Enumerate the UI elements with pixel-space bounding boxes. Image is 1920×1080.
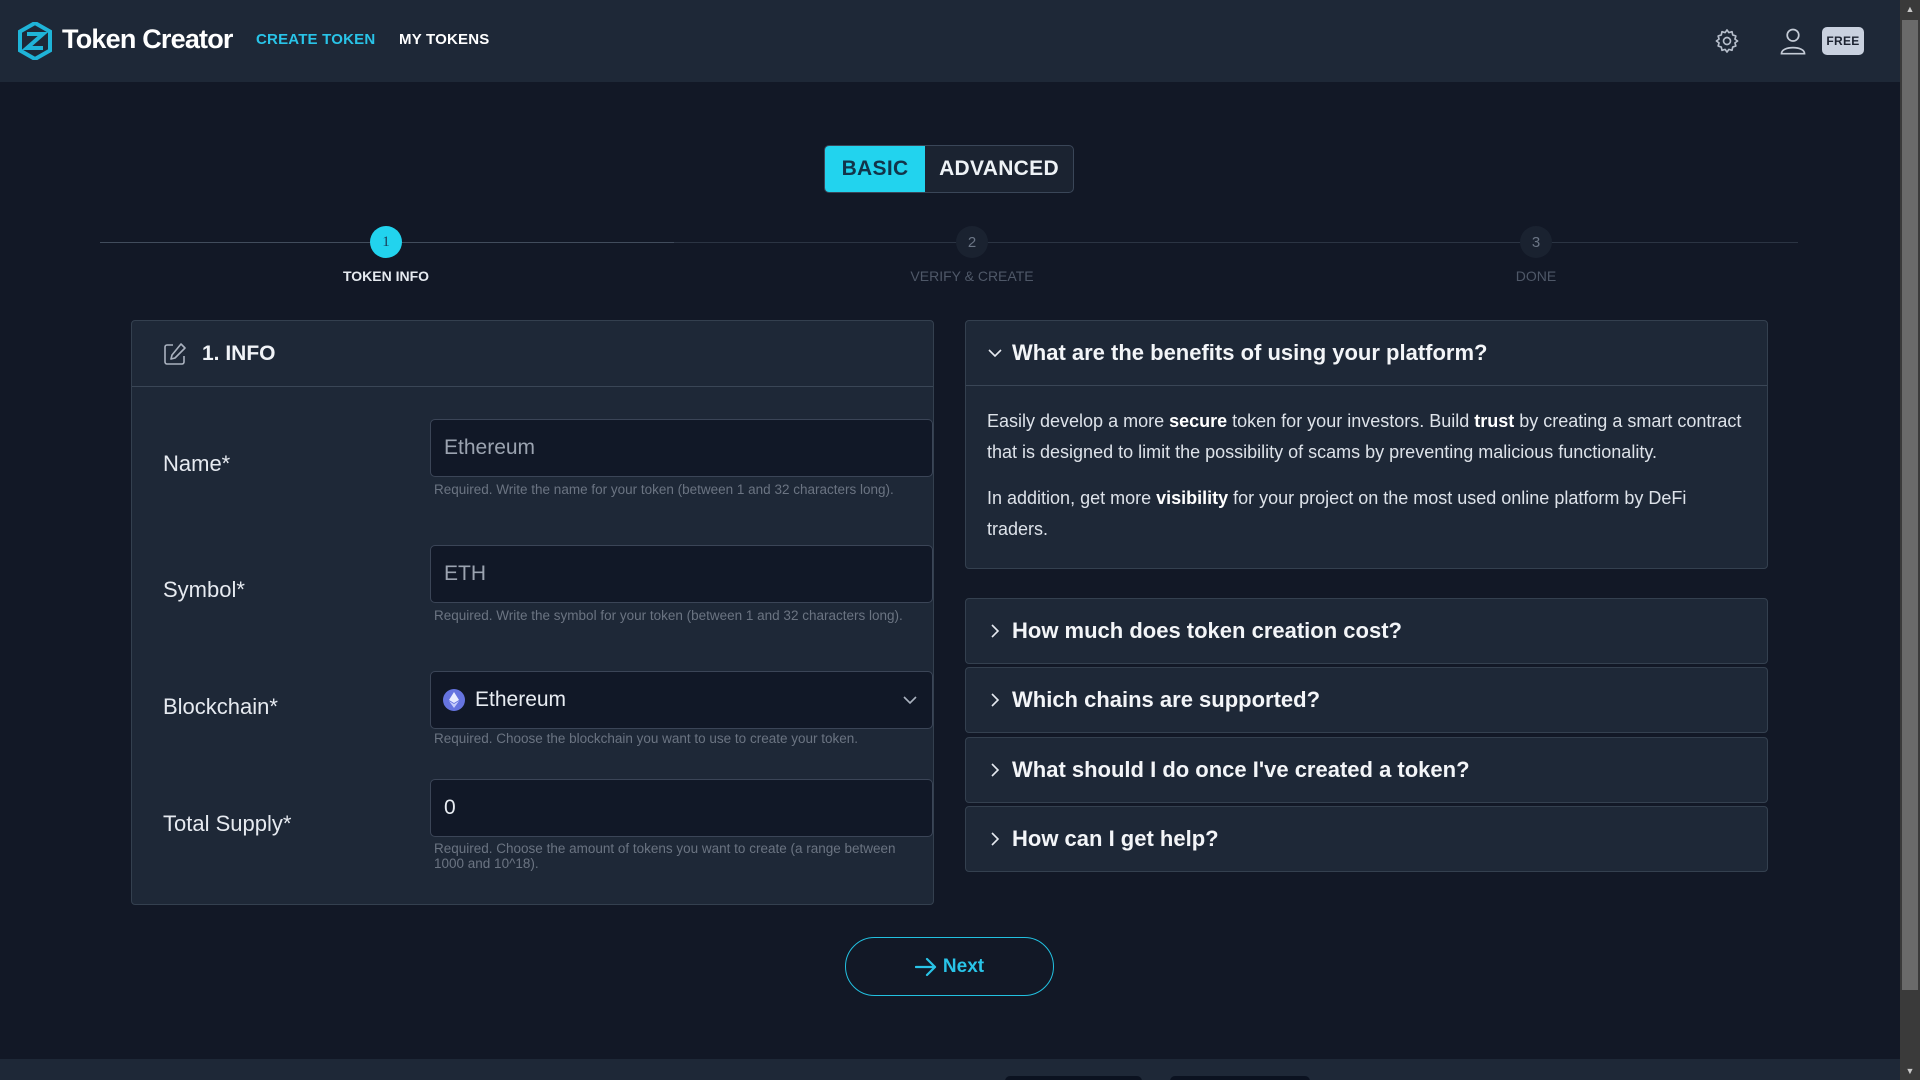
name-input[interactable]	[430, 419, 933, 477]
page-scrollbar[interactable]: ▲ ▼	[1900, 0, 1920, 1080]
answer-text: In addition, get more	[987, 488, 1157, 508]
arrow-right-icon	[914, 957, 937, 976]
blockchain-select[interactable]: Ethereum	[430, 671, 933, 729]
chevron-right-icon	[991, 693, 1000, 707]
user-profile-icon[interactable]	[1779, 26, 1807, 56]
faq-item-benefits: What are the benefits of using your plat…	[965, 320, 1768, 569]
total-supply-helper-text: Required. Choose the amount of tokens yo…	[434, 841, 896, 871]
faq-answer: Easily develop a more secure token for y…	[966, 385, 1767, 568]
faq-question: How much does token creation cost?	[1012, 618, 1402, 643]
footer-element	[1170, 1076, 1310, 1080]
answer-text: token for your investors. Build	[1227, 411, 1475, 431]
faq-item-help[interactable]: How can I get help?	[965, 806, 1768, 872]
faq-answer-paragraph: Easily develop a more secure token for y…	[987, 406, 1745, 467]
card-header: 1. INFO	[132, 321, 933, 387]
step-1-indicator: 1	[370, 226, 402, 258]
nav-my-tokens[interactable]: MY TOKENS	[399, 31, 489, 48]
faq-question: How can I get help?	[1012, 826, 1219, 851]
step-connector	[674, 242, 1798, 243]
faq-item-cost[interactable]: How much does token creation cost?	[965, 598, 1768, 664]
card-title: 1. INFO	[202, 341, 276, 365]
faq-item-chains[interactable]: Which chains are supported?	[965, 667, 1768, 733]
faq-question-toggle[interactable]: What are the benefits of using your plat…	[966, 321, 1767, 385]
faq-question: What should I do once I've created a tok…	[1012, 757, 1470, 782]
token-creator-logo-icon[interactable]	[18, 22, 52, 60]
chevron-right-icon	[991, 832, 1000, 846]
total-supply-label: Total Supply*	[163, 811, 292, 836]
top-navbar: Token Creator CREATE TOKEN MY TOKENS FRE…	[0, 0, 1900, 82]
chevron-down-icon	[903, 696, 917, 705]
chevron-right-icon	[991, 763, 1000, 777]
mode-toggle: BASIC ADVANCED	[824, 145, 1074, 193]
faq-answer-paragraph: In addition, get more visibility for you…	[987, 483, 1745, 544]
step-3-label: DONE	[1515, 268, 1557, 284]
chevron-right-icon	[991, 624, 1000, 638]
symbol-input[interactable]	[430, 545, 933, 603]
blockchain-selected-value: Ethereum	[475, 688, 567, 711]
next-button-label: Next	[942, 955, 985, 977]
blockchain-label: Blockchain*	[163, 694, 278, 719]
faq-question: Which chains are supported?	[1012, 687, 1321, 712]
faq-question: What are the benefits of using your plat…	[1012, 340, 1488, 365]
nav-create-token[interactable]: CREATE TOKEN	[256, 31, 375, 48]
step-1-label: TOKEN INFO	[342, 268, 430, 284]
footer-element	[1005, 1076, 1142, 1080]
name-helper-text: Required. Write the name for your token …	[434, 482, 894, 497]
faq-question-toggle[interactable]: What should I do once I've created a tok…	[966, 738, 1767, 802]
symbol-label: Symbol*	[163, 577, 245, 602]
answer-bold-text: visibility	[1156, 488, 1229, 508]
chevron-down-icon	[988, 349, 1002, 358]
plan-badge[interactable]: FREE	[1822, 27, 1864, 55]
toggle-advanced[interactable]: ADVANCED	[925, 146, 1073, 192]
faq-question-toggle[interactable]: How much does token creation cost?	[966, 599, 1767, 663]
faq-item-after-creation[interactable]: What should I do once I've created a tok…	[965, 737, 1768, 803]
faq-question-toggle[interactable]: Which chains are supported?	[966, 668, 1767, 732]
token-info-card: 1. INFO Name* Required. Write the name f…	[131, 320, 934, 905]
next-button[interactable]: Next	[845, 937, 1054, 996]
answer-bold-text: secure	[1169, 411, 1228, 431]
brand-name[interactable]: Token Creator	[62, 24, 233, 55]
symbol-helper-text: Required. Write the symbol for your toke…	[434, 608, 903, 623]
toggle-basic[interactable]: BASIC	[825, 146, 925, 192]
scroll-up-icon[interactable]: ▲	[1900, 0, 1920, 18]
step-2-indicator: 2	[956, 226, 988, 258]
name-label: Name*	[163, 451, 231, 476]
scroll-down-icon[interactable]: ▼	[1900, 1062, 1920, 1080]
faq-question-toggle[interactable]: How can I get help?	[966, 807, 1767, 871]
scrollbar-thumb[interactable]	[1902, 20, 1918, 990]
total-supply-input[interactable]	[430, 779, 933, 837]
footer	[0, 1059, 1900, 1080]
settings-gear-icon[interactable]	[1713, 26, 1741, 56]
ethereum-logo-icon	[443, 689, 465, 711]
blockchain-helper-text: Required. Choose the blockchain you want…	[434, 731, 859, 746]
step-3-indicator: 3	[1520, 226, 1552, 258]
edit-icon	[164, 342, 186, 365]
answer-bold-text: trust	[1474, 411, 1515, 431]
step-2-label: VERIFY & CREATE	[910, 268, 1034, 284]
answer-text: Easily develop a more	[987, 411, 1170, 431]
